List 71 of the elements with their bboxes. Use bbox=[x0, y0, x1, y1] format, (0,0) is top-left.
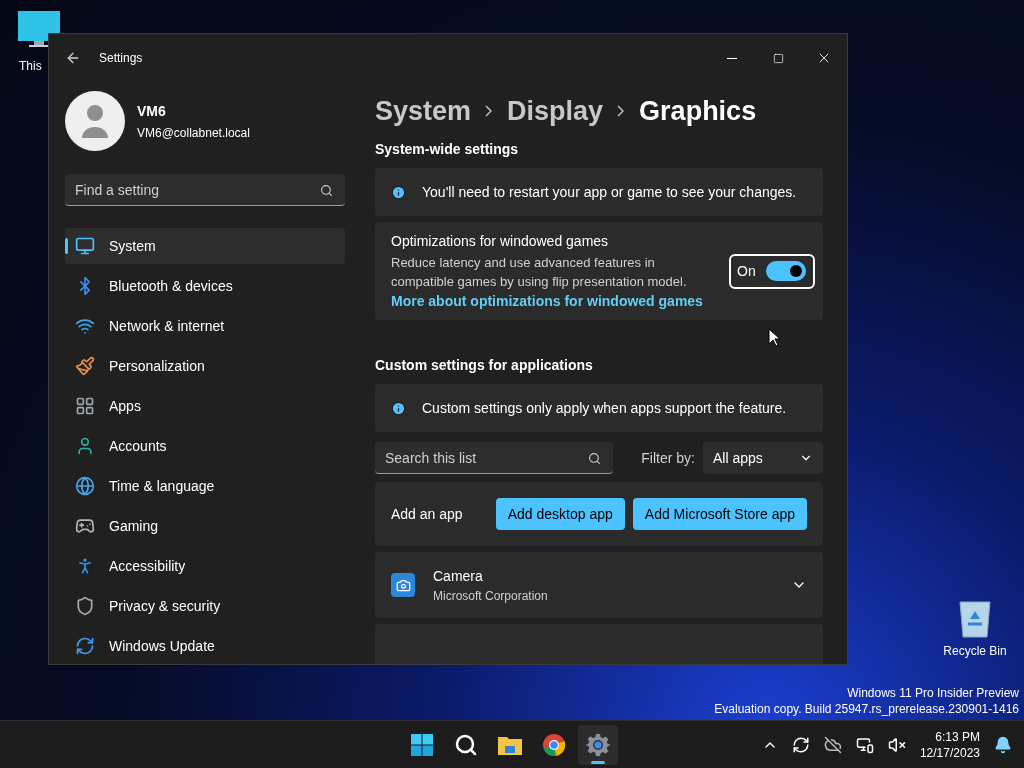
shield-icon bbox=[75, 596, 95, 616]
nav-item[interactable]: Apps bbox=[65, 388, 345, 424]
app-row[interactable]: Camera Microsoft Corporation bbox=[375, 552, 823, 618]
camera-app-icon bbox=[391, 573, 415, 597]
nav-item[interactable]: Bluetooth & devices bbox=[65, 268, 345, 304]
app-publisher: Microsoft Corporation bbox=[433, 587, 548, 605]
setting-title: Optimizations for windowed games bbox=[391, 231, 610, 251]
search-icon bbox=[454, 732, 478, 757]
volume-muted-icon[interactable] bbox=[887, 735, 906, 754]
nav-item[interactable]: Privacy & security bbox=[65, 588, 345, 624]
info-card: You'll need to restart your app or game to see your changes. bbox=[375, 168, 823, 217]
toggle-switch[interactable]: On bbox=[729, 253, 815, 289]
nav-item[interactable]: Accessibility bbox=[65, 548, 345, 584]
maximize-icon bbox=[772, 52, 784, 64]
taskbar-button[interactable] bbox=[578, 724, 618, 765]
user-email: VM6@collabnet.local bbox=[137, 124, 250, 142]
learn-more-link[interactable]: More about optimizations for windowed games bbox=[391, 290, 721, 312]
mouse-cursor-icon bbox=[768, 328, 780, 347]
add-app-label: Add an app bbox=[391, 504, 463, 524]
evaluation-notice-text: Windows 11 Pro Insider Preview bbox=[847, 685, 1019, 701]
nav-item[interactable]: Accounts bbox=[65, 428, 345, 464]
section-heading: System-wide settings bbox=[375, 140, 520, 159]
user-name: VM6 bbox=[137, 101, 167, 121]
app-name: Camera bbox=[433, 566, 484, 586]
minimize-icon bbox=[727, 57, 737, 59]
list-search-field[interactable]: Search this list bbox=[375, 442, 613, 475]
nav-item[interactable]: Network & internet bbox=[65, 308, 345, 344]
monitor-icon bbox=[75, 236, 95, 256]
gamepad-icon bbox=[75, 516, 95, 536]
nav-item[interactable]: Gaming bbox=[65, 508, 345, 544]
add-app-button[interactable]: Add Microsoft Store app bbox=[632, 498, 807, 531]
wifi-icon bbox=[75, 316, 95, 336]
add-app-button[interactable]: Add desktop app bbox=[495, 498, 625, 531]
evaluation-notice-text: Evaluation copy. Build 25947.rs_prerelease.230901-1416 bbox=[714, 701, 1019, 717]
info-icon bbox=[391, 400, 406, 416]
filter-label: Filter by: bbox=[641, 448, 695, 468]
nav-item[interactable]: System bbox=[65, 228, 345, 264]
nav-item[interactable]: Time & language bbox=[65, 468, 345, 504]
nav-item[interactable]: Windows Update bbox=[65, 628, 345, 664]
chevron-right-icon bbox=[485, 105, 494, 117]
person-silhouette-icon bbox=[80, 104, 110, 138]
filter-dropdown[interactable]: All apps bbox=[703, 442, 823, 475]
search-field[interactable]: Find a setting bbox=[65, 174, 345, 206]
chevron-right-icon bbox=[617, 105, 626, 117]
paintbrush-icon bbox=[75, 356, 95, 376]
nav-item[interactable]: Personalization bbox=[65, 348, 345, 384]
desktop-icon-label: Recycle Bin bbox=[943, 643, 1007, 660]
windows-logo-icon bbox=[410, 732, 434, 757]
apps-grid-icon bbox=[75, 396, 95, 416]
desktop-icon-label: This bbox=[19, 58, 42, 75]
globe-icon bbox=[75, 476, 95, 496]
person-icon bbox=[75, 436, 95, 456]
network-icon[interactable] bbox=[855, 735, 874, 754]
breadcrumb-item: Graphics bbox=[639, 94, 757, 128]
notification-bell-icon[interactable] bbox=[994, 735, 1012, 754]
cloud-off-icon[interactable] bbox=[823, 735, 842, 754]
clock[interactable]: 6:13 PM 12/17/2023 bbox=[919, 728, 980, 761]
breadcrumb-item[interactable]: Display bbox=[507, 90, 604, 132]
section-heading: Custom settings for applications bbox=[375, 356, 594, 376]
info-icon bbox=[391, 184, 406, 200]
browser-logo-icon bbox=[542, 732, 566, 757]
window-title: Settings bbox=[99, 50, 143, 67]
gear-icon bbox=[586, 732, 610, 757]
breadcrumb-item[interactable]: System bbox=[375, 90, 472, 132]
refresh-icon bbox=[75, 636, 95, 656]
monitor-icon[interactable] bbox=[17, 10, 61, 48]
sync-icon[interactable] bbox=[791, 735, 810, 754]
info-card: Custom settings only apply when apps support the feature. bbox=[375, 384, 823, 433]
setting-description: Reduce latency and use advanced features in compatible games by using flip presentation model. bbox=[391, 253, 688, 291]
search-icon bbox=[588, 452, 601, 466]
search-icon bbox=[320, 184, 333, 197]
